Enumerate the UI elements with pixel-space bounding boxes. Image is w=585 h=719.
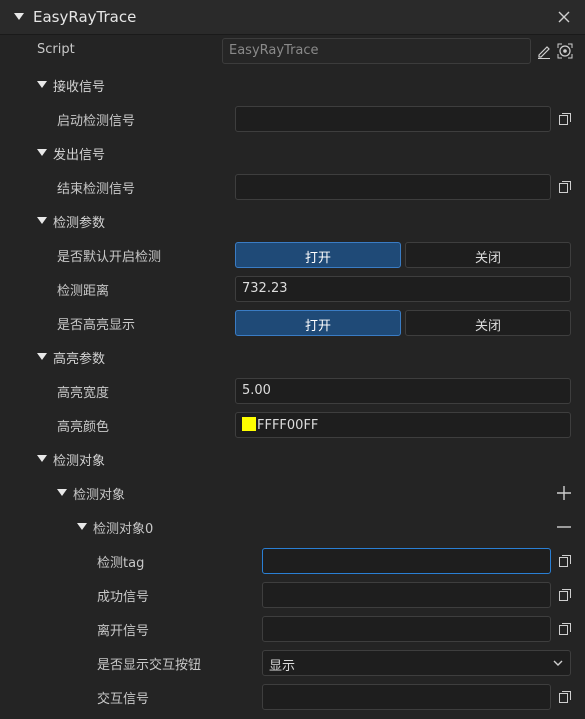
end-signal-row: 结束检测信号 [0, 170, 585, 204]
script-label: Script [37, 42, 75, 57]
component-header: EasyRayTrace [0, 0, 585, 35]
section-emit-signal[interactable]: 发出信号 [0, 136, 585, 170]
highlight-show-open-button[interactable]: 打开 [235, 310, 401, 336]
section-highlight-params[interactable]: 高亮参数 [0, 340, 585, 374]
caret-down-icon[interactable] [14, 13, 24, 20]
default-on-close-button[interactable]: 关闭 [405, 242, 571, 268]
copy-icon[interactable] [559, 555, 571, 567]
properties-panel: Script EasyRayTrace 接收信号 启动检测信号 发出信号 结束检… [0, 34, 585, 719]
show-button-select[interactable]: 显示 [262, 650, 571, 676]
caret-down-icon[interactable] [77, 523, 87, 530]
script-field: EasyRayTrace [222, 38, 531, 64]
default-on-open-button[interactable]: 打开 [235, 242, 401, 268]
copy-icon[interactable] [559, 113, 571, 125]
end-signal-input[interactable] [235, 174, 551, 200]
section-label: 检测参数 [53, 216, 106, 231]
highlight-show-label: 是否高亮显示 [57, 318, 136, 333]
distance-label: 检测距离 [57, 284, 110, 299]
plus-icon[interactable] [557, 486, 571, 500]
close-icon[interactable] [556, 9, 572, 25]
copy-icon[interactable] [559, 181, 571, 193]
color-swatch[interactable] [242, 417, 256, 431]
caret-down-icon[interactable] [37, 353, 47, 360]
minus-icon[interactable] [557, 520, 571, 534]
highlight-width-input[interactable]: 5.00 [235, 378, 571, 404]
success-signal-row: 成功信号 [0, 578, 585, 612]
highlight-show-close-button[interactable]: 关闭 [405, 310, 571, 336]
leave-signal-row: 离开信号 [0, 612, 585, 646]
distance-input[interactable]: 732.23 [235, 276, 571, 302]
default-on-label: 是否默认开启检测 [57, 250, 162, 265]
section-label: 发出信号 [53, 148, 106, 163]
detect-tag-row: 检测tag [0, 544, 585, 578]
interact-signal-label: 交互信号 [97, 692, 150, 707]
targets-array-label: 检测对象 [73, 488, 126, 503]
detect-tag-input[interactable] [262, 548, 551, 574]
color-value: FFFF00FF [257, 418, 319, 433]
caret-down-icon[interactable] [37, 149, 47, 156]
caret-down-icon[interactable] [37, 81, 47, 88]
highlight-show-row: 是否高亮显示 打开 关闭 [0, 306, 585, 340]
start-signal-input[interactable] [235, 106, 551, 132]
section-detect-params[interactable]: 检测参数 [0, 204, 585, 238]
show-button-row: 是否显示交互按钮 显示 [0, 646, 585, 680]
success-signal-label: 成功信号 [97, 590, 150, 605]
copy-icon[interactable] [559, 691, 571, 703]
detect-tag-label: 检测tag [97, 556, 145, 571]
highlight-color-row: 高亮颜色 FFFF00FF [0, 408, 585, 442]
component-title: EasyRayTrace [33, 8, 137, 26]
locate-icon[interactable] [557, 43, 573, 59]
caret-down-icon[interactable] [37, 217, 47, 224]
leave-signal-label: 离开信号 [97, 624, 150, 639]
interact-signal-input[interactable] [262, 684, 551, 710]
section-label: 接收信号 [53, 80, 106, 95]
section-label: 高亮参数 [53, 352, 106, 367]
highlight-width-label: 高亮宽度 [57, 386, 110, 401]
section-label: 检测对象 [53, 454, 106, 469]
section-targets[interactable]: 检测对象 [0, 442, 585, 476]
leave-signal-input[interactable] [262, 616, 551, 642]
success-signal-input[interactable] [262, 582, 551, 608]
target-item-label: 检测对象0 [93, 522, 154, 537]
end-signal-label: 结束检测信号 [57, 182, 136, 197]
copy-icon[interactable] [559, 623, 571, 635]
distance-row: 检测距离 732.23 [0, 272, 585, 306]
highlight-color-label: 高亮颜色 [57, 420, 110, 435]
start-signal-row: 启动检测信号 [0, 102, 585, 136]
target-item-row[interactable]: 检测对象0 [0, 510, 585, 544]
select-value: 显示 [269, 659, 296, 674]
interact-signal-row: 交互信号 [0, 680, 585, 714]
default-on-row: 是否默认开启检测 打开 关闭 [0, 238, 585, 272]
copy-icon[interactable] [559, 589, 571, 601]
chevron-down-icon [553, 660, 563, 666]
show-button-label: 是否显示交互按钮 [97, 658, 202, 673]
highlight-color-picker[interactable]: FFFF00FF [235, 412, 571, 438]
script-row: Script EasyRayTrace [0, 34, 585, 68]
section-receive-signal[interactable]: 接收信号 [0, 68, 585, 102]
targets-array-row[interactable]: 检测对象 [0, 476, 585, 510]
start-signal-label: 启动检测信号 [57, 114, 136, 129]
edit-icon[interactable] [536, 43, 552, 59]
caret-down-icon[interactable] [57, 489, 67, 496]
caret-down-icon[interactable] [37, 455, 47, 462]
highlight-width-row: 高亮宽度 5.00 [0, 374, 585, 408]
